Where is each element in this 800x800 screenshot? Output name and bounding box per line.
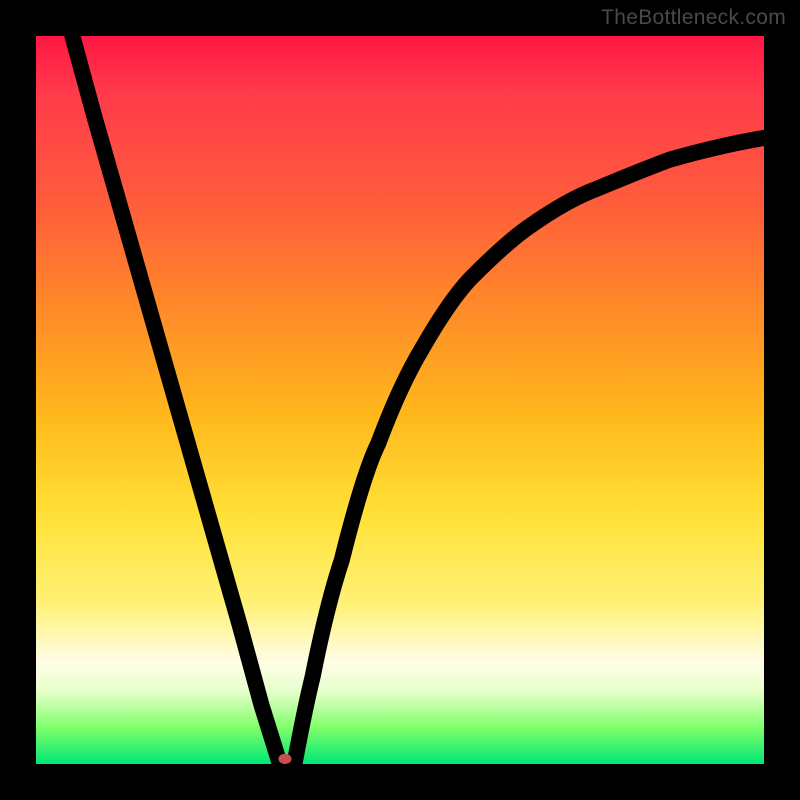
chart-frame: TheBottleneck.com [0,0,800,800]
min-marker [278,754,291,764]
curve-left-descent [72,36,279,764]
watermark-text: TheBottleneck.com [601,6,786,30]
plot-area [36,36,764,764]
curve-right-ascent [294,138,764,764]
bottleneck-curve [36,36,764,764]
